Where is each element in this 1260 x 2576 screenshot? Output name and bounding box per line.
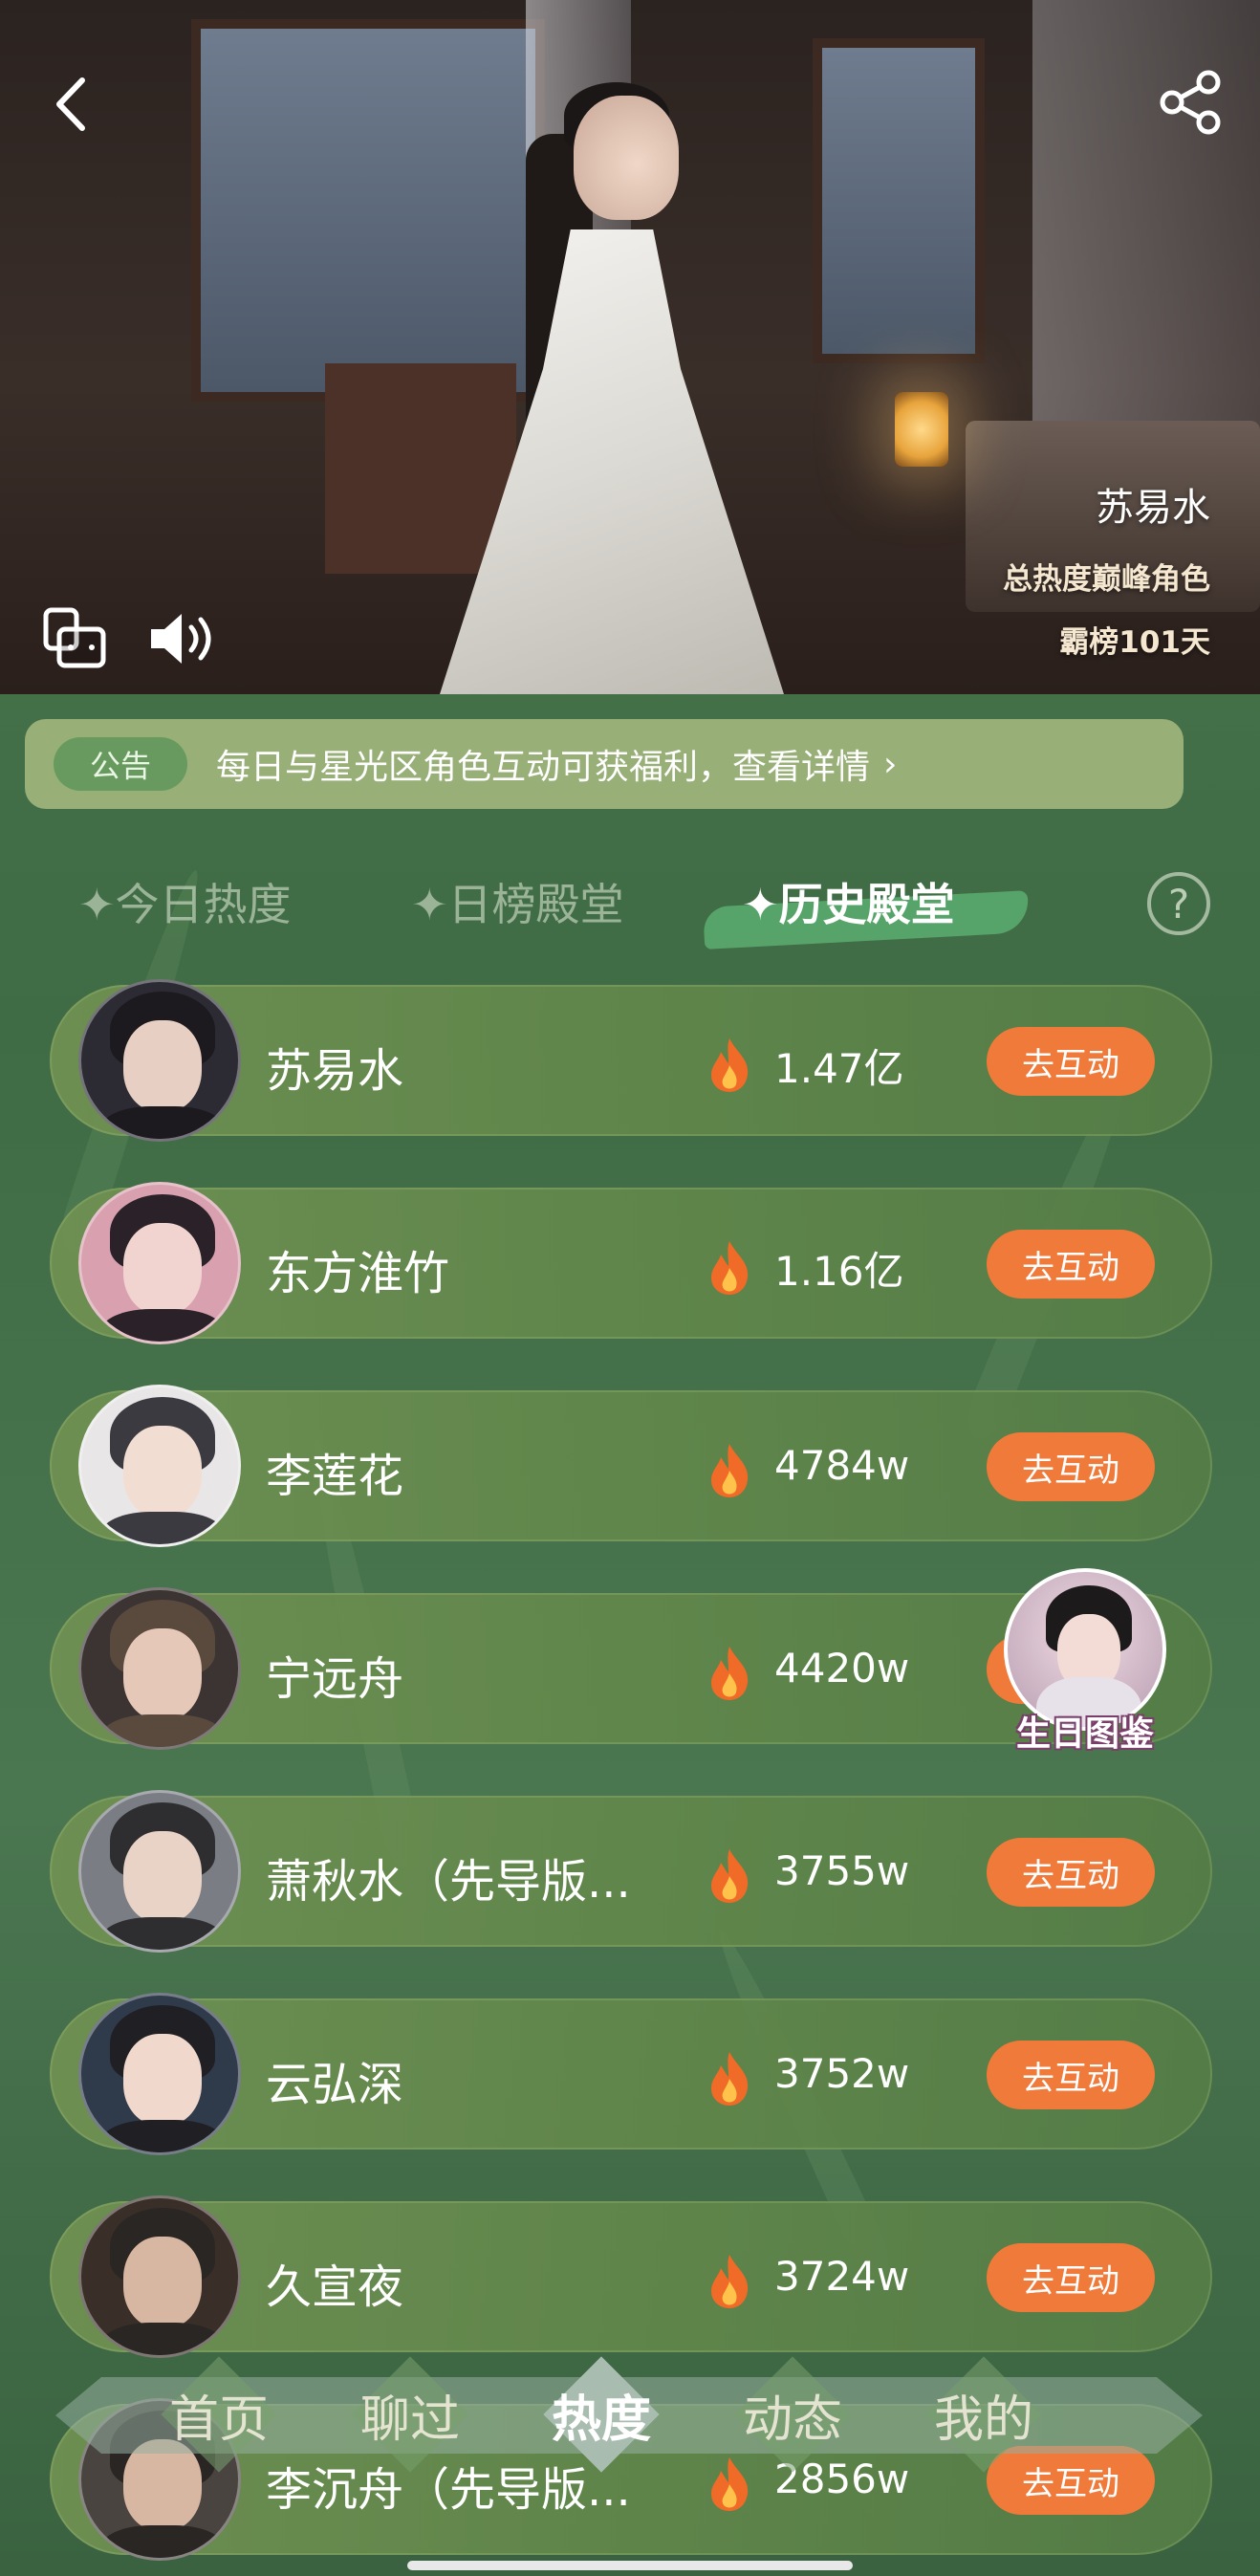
- ranking-row[interactable]: 东方淮竹 1.16亿 去互动: [50, 1182, 1212, 1344]
- character-avatar[interactable]: [78, 1587, 241, 1750]
- help-icon[interactable]: ?: [1147, 872, 1210, 935]
- flame-icon: [711, 2255, 749, 2308]
- character-name: 云弘深: [266, 2058, 404, 2111]
- nav-heat[interactable]: 热度: [520, 2356, 683, 2473]
- heat-score: 3724w: [774, 2253, 910, 2300]
- announcement-bar[interactable]: 公告 每日与星光区角色互动可获福利，查看详情 ›: [25, 719, 1184, 809]
- interact-button[interactable]: 去互动: [987, 1838, 1155, 1907]
- character-name: 萧秋水（先导版...: [266, 1855, 631, 1909]
- chevron-right-icon: ›: [883, 744, 898, 784]
- character-name: 东方淮竹: [266, 1247, 450, 1300]
- background-lamp: [895, 392, 948, 467]
- home-indicator[interactable]: [407, 2561, 853, 2570]
- tab-today-heat[interactable]: ✦今日热度: [78, 870, 292, 933]
- flame-icon: [711, 1849, 749, 1903]
- heat-score: 4420w: [774, 1645, 910, 1692]
- interact-button[interactable]: 去互动: [987, 1230, 1155, 1299]
- flame-icon: [711, 1038, 749, 1092]
- heat-score: 1.16亿: [774, 1248, 904, 1295]
- announcement-tag: 公告: [54, 737, 187, 791]
- nav-home[interactable]: 首页: [138, 2356, 300, 2473]
- nav-heat-label: 热度: [551, 2390, 651, 2449]
- ranking-row[interactable]: 苏易水 1.47亿 去互动: [50, 979, 1212, 1142]
- interact-button[interactable]: 去互动: [987, 2041, 1155, 2109]
- ranking-row[interactable]: 李莲花 4784w 去互动: [50, 1385, 1212, 1547]
- share-icon[interactable]: [1159, 69, 1222, 136]
- heat-score: 3755w: [774, 1847, 910, 1894]
- ranking-row[interactable]: 云弘深 3752w 去互动: [50, 1993, 1212, 2155]
- bottom-nav: 首页 聊过 热度 动态 我的: [55, 2356, 1203, 2473]
- character-avatar[interactable]: [78, 979, 241, 1142]
- nav-me[interactable]: 我的: [902, 2356, 1065, 2473]
- page: 苏易水 总热度巅峰角色 霸榜101天 公告 每日与星光区角色互动可获福利，查看详…: [0, 0, 1260, 2576]
- character-avatar[interactable]: [78, 1790, 241, 1953]
- nav-feed[interactable]: 动态: [711, 2356, 874, 2473]
- hero-days-badge: 霸榜101天: [1059, 625, 1210, 660]
- nav-feed-label: 动态: [742, 2390, 842, 2449]
- back-icon[interactable]: [50, 75, 92, 134]
- nav-chats[interactable]: 聊过: [329, 2356, 491, 2473]
- character-figure: [382, 57, 841, 694]
- heat-score: 3752w: [774, 2050, 910, 2097]
- screen-switch-icon[interactable]: [42, 606, 107, 669]
- flame-icon: [711, 1444, 749, 1497]
- nav-home-label: 首页: [168, 2390, 269, 2449]
- character-name: 苏易水: [266, 1044, 404, 1098]
- ranking-row[interactable]: 萧秋水（先导版... 3755w 去互动: [50, 1790, 1212, 1953]
- ranking-row[interactable]: 久宣夜 3724w 去互动: [50, 2195, 1212, 2358]
- interact-button[interactable]: 去互动: [987, 1432, 1155, 1501]
- hero-title-badge: 总热度巅峰角色: [1003, 562, 1210, 597]
- character-avatar[interactable]: [78, 1385, 241, 1547]
- character-name: 久宣夜: [266, 2260, 404, 2314]
- interact-button[interactable]: 去互动: [987, 1027, 1155, 1096]
- heat-score: 4784w: [774, 1442, 910, 1489]
- character-name: 宁远舟: [266, 1652, 404, 1706]
- announcement-text: 每日与星光区角色互动可获福利，查看详情: [216, 748, 871, 787]
- character-avatar[interactable]: [78, 2195, 241, 2358]
- background-curtain: [1032, 0, 1260, 440]
- tab-daily-hall[interactable]: ✦日榜殿堂: [411, 870, 624, 933]
- sound-icon[interactable]: [147, 610, 218, 667]
- interact-button[interactable]: 去互动: [987, 2243, 1155, 2312]
- birthday-gallery-badge[interactable]: 生日图鉴: [994, 1549, 1176, 1754]
- birthday-gallery-label: 生日图鉴: [1015, 1714, 1154, 1754]
- flame-icon: [711, 1647, 749, 1700]
- hero-banner[interactable]: 苏易水 总热度巅峰角色 霸榜101天: [0, 0, 1260, 694]
- tab-history-hall[interactable]: ✦历史殿堂: [742, 870, 955, 933]
- flame-icon: [711, 2052, 749, 2106]
- heat-score: 1.47亿: [774, 1045, 904, 1092]
- flame-icon: [711, 1241, 749, 1295]
- nav-me-label: 我的: [933, 2390, 1033, 2449]
- nav-chats-label: 聊过: [359, 2390, 460, 2449]
- character-name: 李莲花: [266, 1450, 404, 1503]
- character-avatar[interactable]: [78, 1182, 241, 1344]
- hero-character-name: 苏易水: [1096, 486, 1210, 530]
- character-avatar[interactable]: [78, 1993, 241, 2155]
